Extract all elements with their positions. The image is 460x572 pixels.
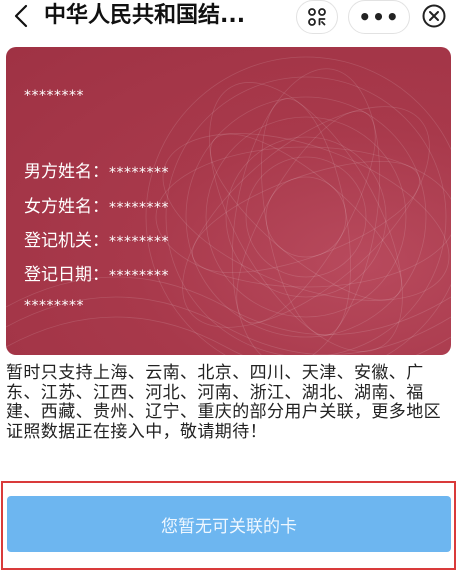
field-label: 女方姓名： (24, 197, 109, 217)
certificate-card[interactable]: ******** 男方姓名：******** 女方姓名：******** 登记机… (6, 47, 451, 355)
registry-office-row: 登记机关：******** (24, 226, 169, 251)
registration-date-row: 登记日期：******** (24, 260, 169, 285)
field-value: ******** (109, 165, 169, 181)
bride-name-row: 女方姓名：******** (24, 192, 169, 217)
page-title: 中华人民共和国结... (44, 3, 246, 28)
masked-title: ******** (24, 88, 84, 104)
field-value: ******** (109, 268, 169, 284)
no-card-button[interactable]: 您暂无可关联的卡 (7, 496, 451, 552)
field-value: ******** (109, 200, 169, 216)
back-arrow-icon[interactable] (8, 2, 34, 30)
close-circle-icon (422, 4, 446, 28)
more-icon: ••• (358, 5, 400, 29)
field-value: ******** (109, 234, 169, 250)
supported-regions-note: 暂时只支持上海、云南、北京、四川、天津、安徽、广东、江苏、江西、河北、河南、浙江… (6, 363, 441, 442)
field-label: 登记日期： (24, 265, 109, 285)
top-bar: 中华人民共和国结... ••• (0, 0, 460, 34)
scan-button[interactable] (296, 0, 338, 34)
masked-footer: ******** (24, 298, 84, 314)
groom-name-row: 男方姓名：******** (24, 157, 169, 182)
field-label: 登记机关： (24, 231, 109, 251)
scan-icon (308, 8, 326, 26)
more-button[interactable]: ••• (348, 0, 410, 34)
field-label: 男方姓名： (24, 162, 109, 182)
close-button[interactable] (414, 0, 454, 32)
